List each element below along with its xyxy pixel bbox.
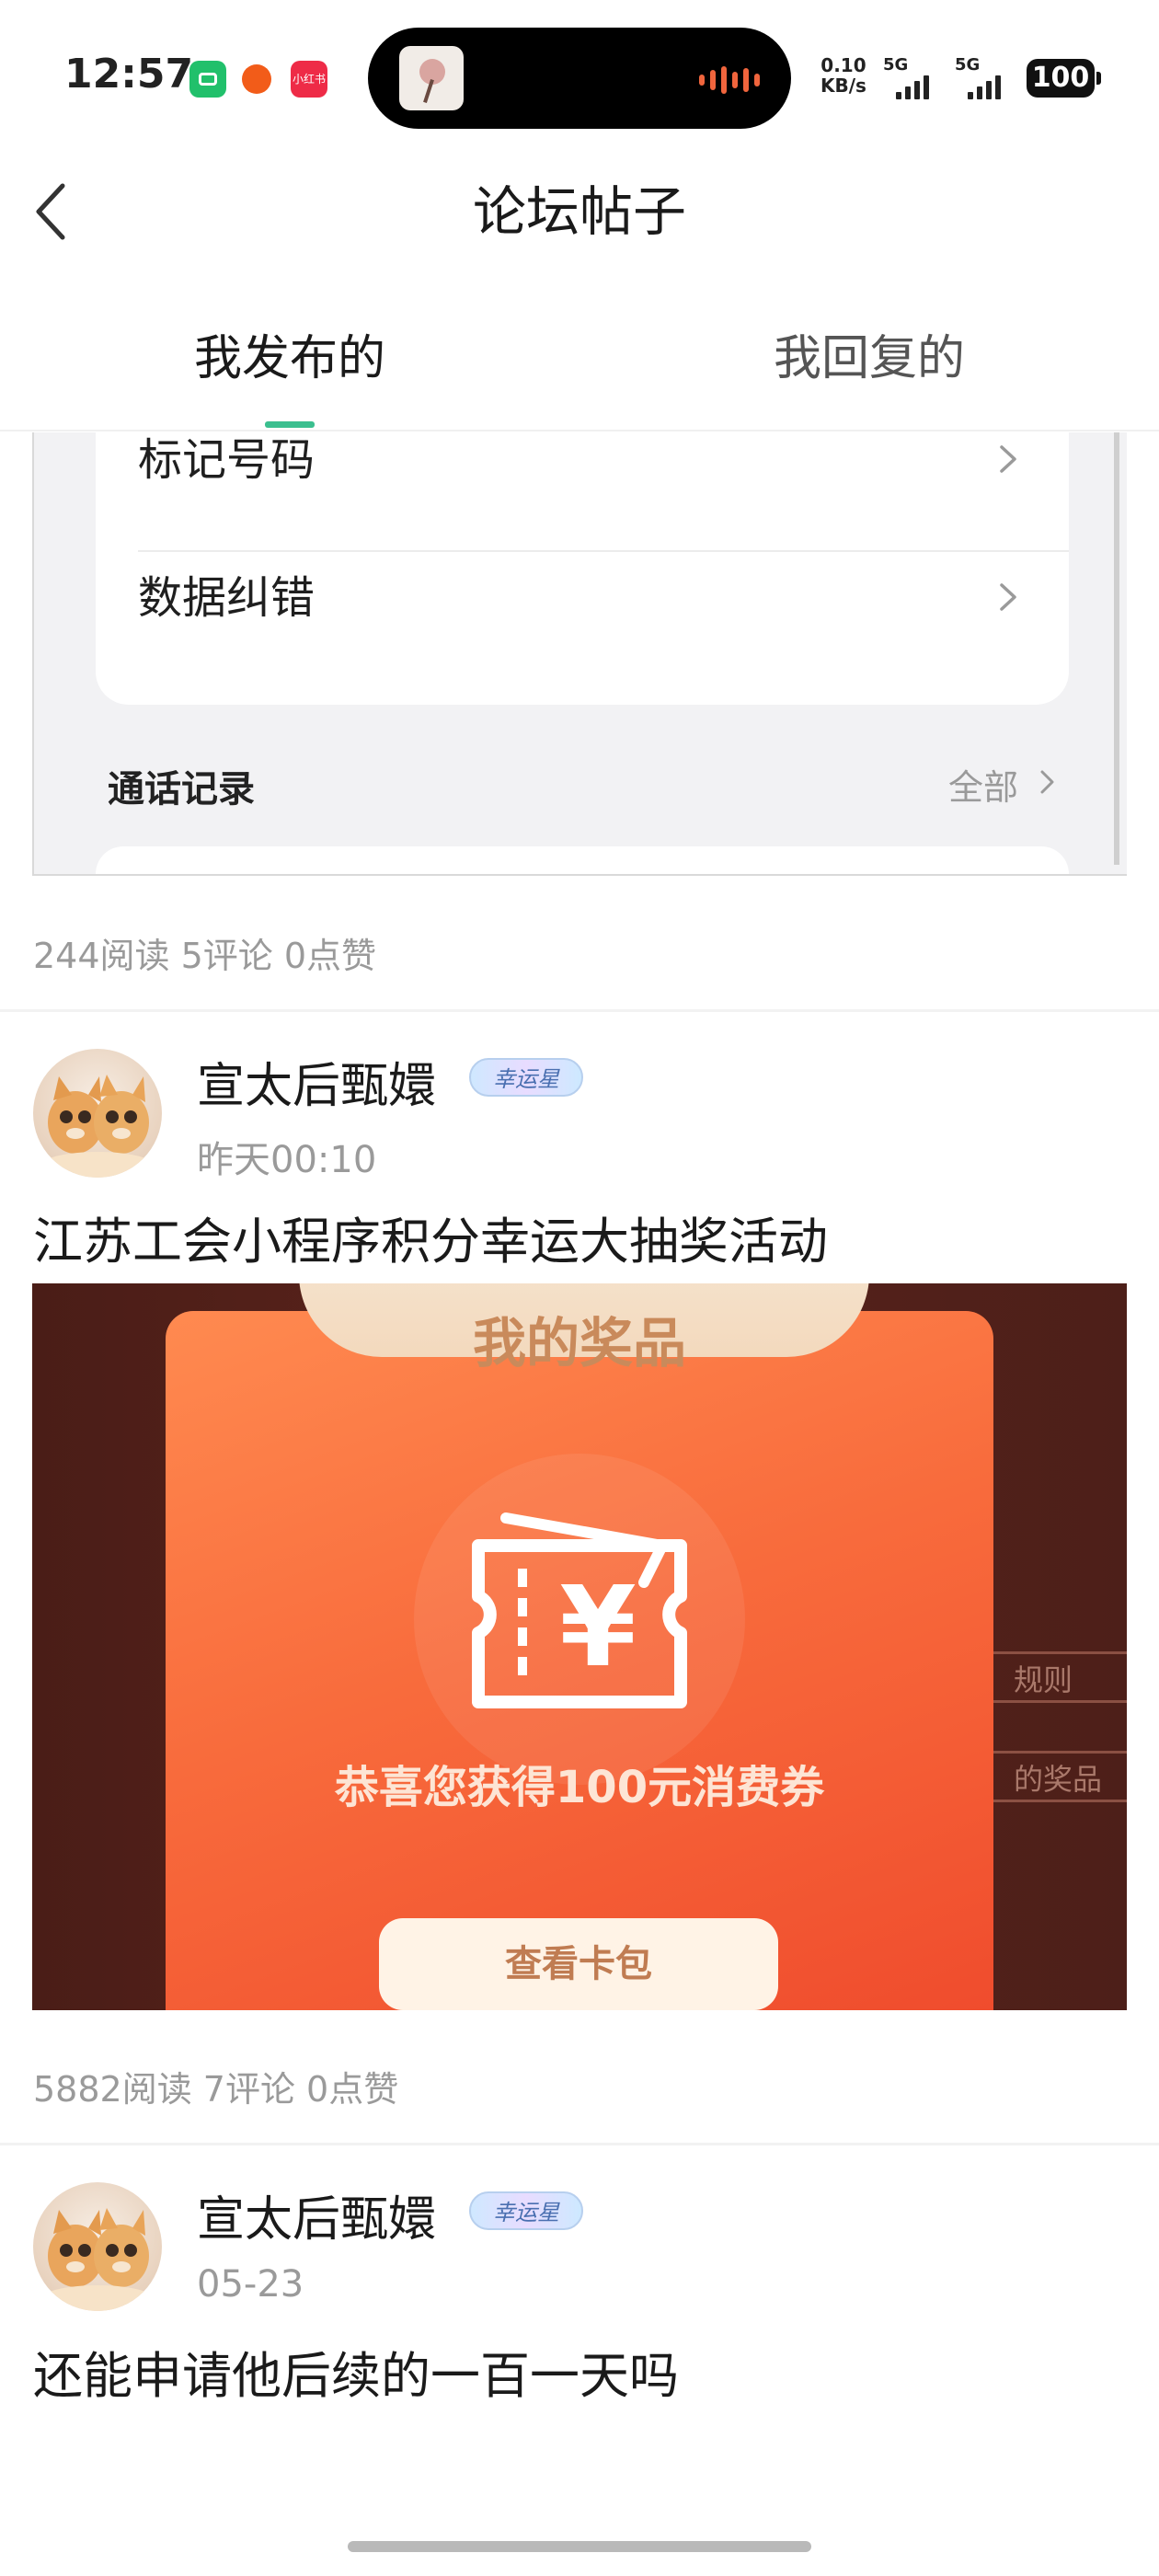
avatar[interactable] xyxy=(33,2182,162,2311)
chevron-right-icon xyxy=(1040,770,1054,794)
post-stats: 5882阅读 7评论 0点赞 xyxy=(33,2069,399,2110)
coupon-icon: ¥ xyxy=(472,1512,687,1708)
kitten-avatar-icon xyxy=(42,1075,153,1178)
post-stats: 244阅读 5评论 0点赞 xyxy=(33,936,377,976)
taobao-notification-icon xyxy=(242,64,271,94)
lucky-star-badge: 幸运星 xyxy=(469,2191,583,2230)
post-divider xyxy=(0,1009,1159,1012)
post-image-prize[interactable]: 规则 的奖品 我的奖品 ¥ 恭喜您获得100元消费券 查看卡包 xyxy=(32,1283,1127,2010)
battery-icon: 100 xyxy=(1027,59,1101,98)
screenshot-card-partial xyxy=(96,846,1069,874)
post-title[interactable]: 还能申请他后续的一百一天吗 xyxy=(33,2335,679,2408)
tab-my-posts[interactable]: 我发布的 xyxy=(0,313,580,405)
post-time: 昨天00:10 xyxy=(197,1139,377,1181)
tab-my-replies[interactable]: 我回复的 xyxy=(580,313,1159,405)
post-title[interactable]: 江苏工会小程序积分幸运大抽奖活动 xyxy=(33,1201,828,1273)
music-cover-icon xyxy=(399,46,464,110)
status-time: 12:57 xyxy=(64,51,194,98)
network-speed: 0.10 KB/s xyxy=(820,54,866,97)
sim2-signal-icon: 5G xyxy=(955,55,1019,101)
dynamic-island[interactable] xyxy=(368,28,791,129)
tabs-divider xyxy=(0,430,1159,431)
prize-side-item: 规则 xyxy=(989,1651,1127,1703)
chevron-right-icon xyxy=(1000,445,1016,473)
author-name[interactable]: 宣太后甄嬛 xyxy=(197,1047,436,1116)
screenshot-row-mark-number: 标记号码 xyxy=(138,432,1069,543)
chevron-right-icon xyxy=(1000,583,1016,611)
active-tab-indicator xyxy=(265,421,315,428)
avatar[interactable] xyxy=(33,1049,162,1178)
page-title: 论坛帖子 xyxy=(472,180,686,243)
lucky-star-badge: 幸运星 xyxy=(469,1058,583,1097)
prize-header-text: 我的奖品 xyxy=(472,1312,686,1374)
kitten-avatar-icon xyxy=(42,2208,153,2311)
view-card-pack-button: 查看卡包 xyxy=(379,1918,778,2010)
author-name[interactable]: 宣太后甄嬛 xyxy=(197,2180,436,2249)
prize-message: 恭喜您获得100元消费券 xyxy=(334,1762,825,1813)
screenshot-row-data-correction: 数据纠错 xyxy=(138,543,1069,681)
sim1-signal-icon: 5G xyxy=(883,55,947,101)
screenshot-section-action: 全部 xyxy=(947,767,1018,808)
wechat-notification-icon xyxy=(189,61,226,98)
svg-text:¥: ¥ xyxy=(559,1564,637,1692)
audio-wave-icon xyxy=(699,66,760,94)
post-image-screenshot[interactable]: 标记号码 数据纠错 通话记录 全部 xyxy=(32,432,1127,876)
screenshot-settings-card: 标记号码 数据纠错 xyxy=(96,432,1069,705)
xiaohongshu-notification-icon: 小红书 xyxy=(291,61,327,98)
status-bar: 12:57 小红书 0.10 KB/s 5G 5G 100 xyxy=(0,0,1159,156)
post-divider xyxy=(0,2143,1159,2145)
tab-bar: 我发布的 我回复的 xyxy=(0,313,1159,432)
screenshot-section-title: 通话记录 xyxy=(108,768,255,811)
home-indicator[interactable] xyxy=(348,2541,811,2552)
post-time: 05-23 xyxy=(197,2263,304,2306)
